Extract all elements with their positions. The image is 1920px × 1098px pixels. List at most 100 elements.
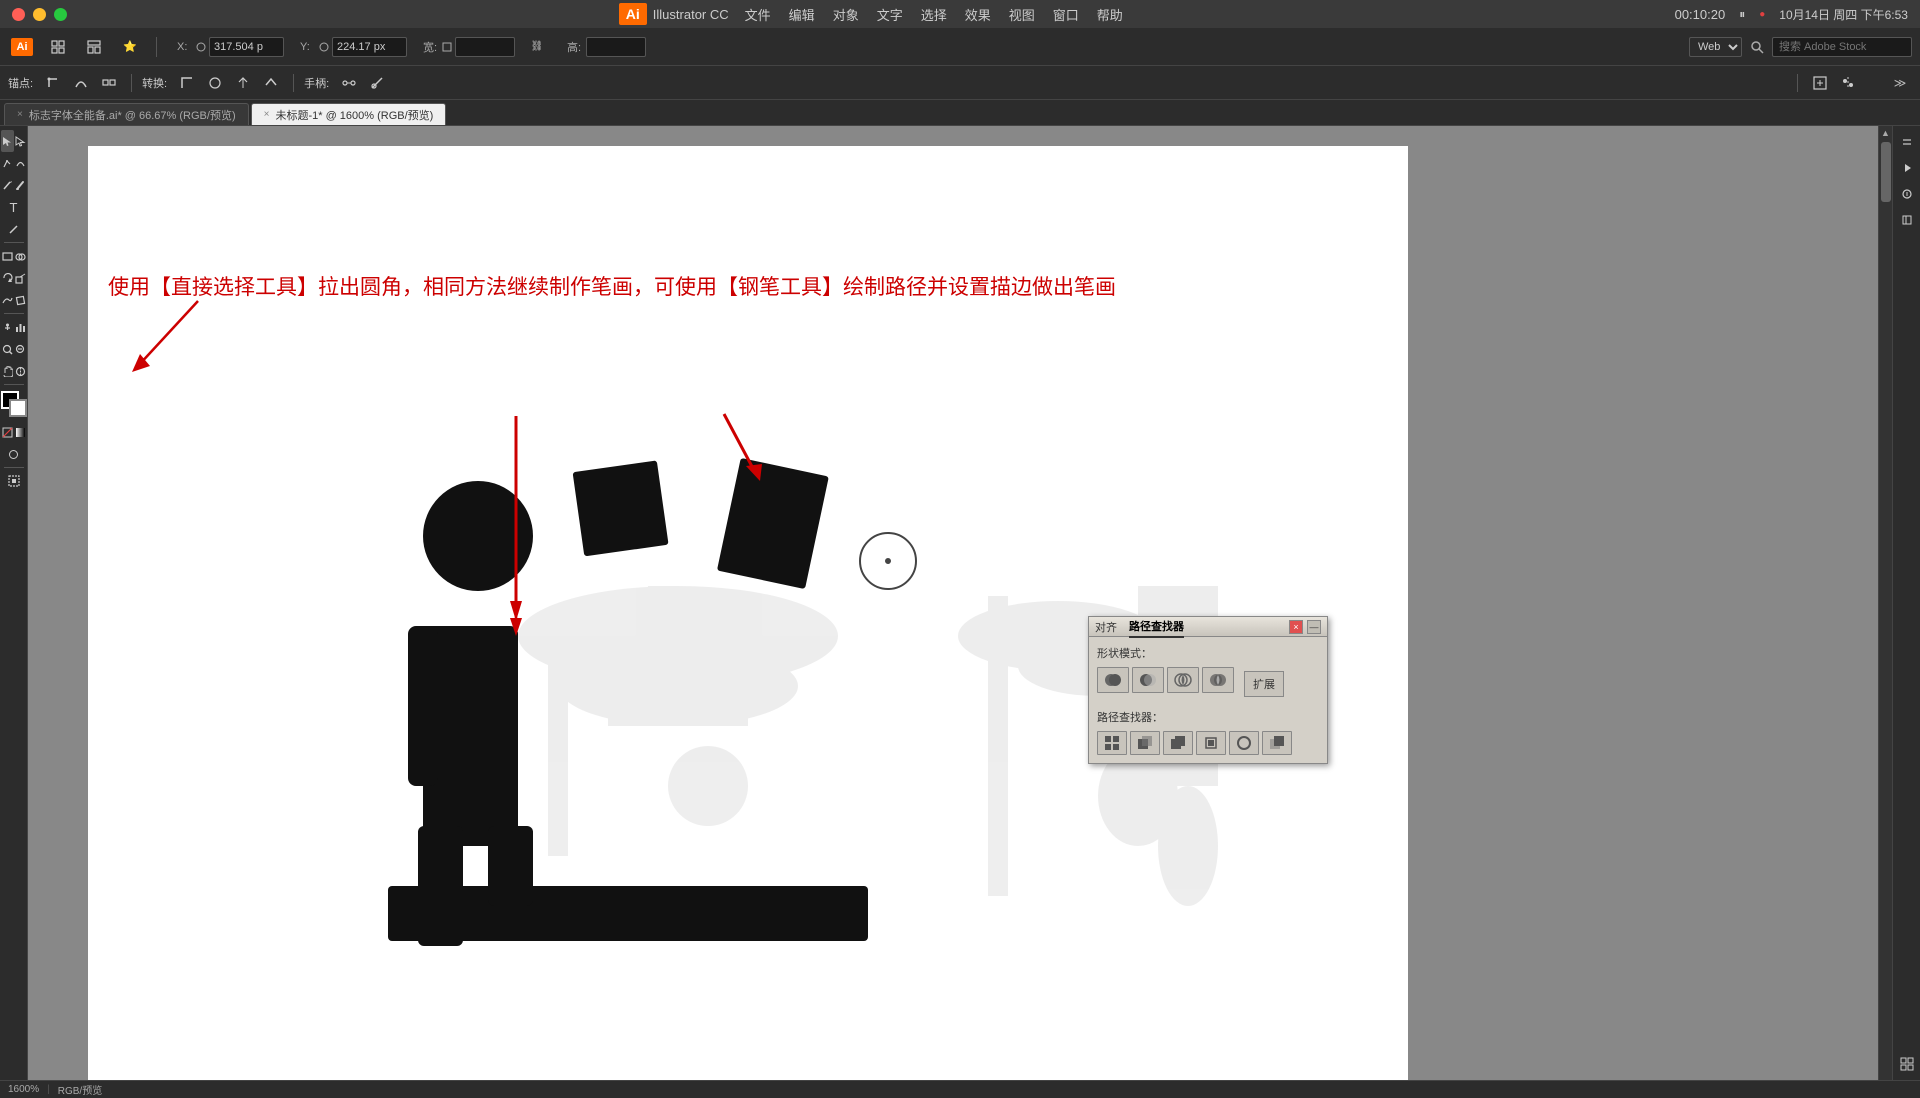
right-panel-btn-4[interactable]: [1895, 208, 1919, 232]
direct-selection-tool[interactable]: [14, 130, 27, 152]
unite-btn[interactable]: [1097, 667, 1129, 693]
minus-front-btn[interactable]: [1132, 667, 1164, 693]
convert-symmetry-btn[interactable]: [231, 72, 255, 94]
rotate-view-tool[interactable]: [14, 360, 27, 382]
brush-tool[interactable]: [14, 174, 27, 196]
layout-btn[interactable]: [80, 35, 108, 59]
toolbar-right-section: Web: [1689, 37, 1912, 57]
exclude-btn[interactable]: [1202, 667, 1234, 693]
rectangle-tool[interactable]: [1, 245, 14, 267]
menu-edit[interactable]: 编辑: [789, 5, 815, 24]
pencil-tool[interactable]: [1, 174, 14, 196]
panel-close-btn[interactable]: ×: [1289, 620, 1303, 634]
intersect-btn[interactable]: [1167, 667, 1199, 693]
minus-back-btn[interactable]: [1262, 731, 1292, 755]
panel-toggle-btn[interactable]: ≫: [1888, 72, 1912, 94]
warp-tool[interactable]: [1, 289, 14, 311]
workspace-select[interactable]: Web: [1689, 37, 1742, 57]
convert-smooth-btn[interactable]: [203, 72, 227, 94]
hand-tool[interactable]: [1, 360, 14, 382]
right-panel-btn-5[interactable]: [1895, 1052, 1919, 1076]
canvas-area[interactable]: 使用【直接选择工具】拉出圆角，相同方法继续制作笔画，可使用【钢笔工具】绘制路径并…: [28, 126, 1878, 1080]
gradient-btn[interactable]: [14, 421, 27, 443]
menu-file[interactable]: 文件: [745, 5, 771, 24]
crop-btn[interactable]: [1196, 731, 1226, 755]
expand-btn[interactable]: 扩展: [1244, 671, 1284, 697]
convert-asymmetry-btn[interactable]: [259, 72, 283, 94]
free-transform-tool[interactable]: [14, 289, 27, 311]
arrange-btn[interactable]: [44, 35, 72, 59]
height-input[interactable]: [586, 37, 646, 57]
zoom-hand-tools: [1, 338, 27, 360]
maximize-button[interactable]: [54, 8, 67, 21]
tab-close-1[interactable]: ×: [17, 109, 23, 120]
right-panel-btn-1[interactable]: [1895, 130, 1919, 154]
width-input[interactable]: [455, 37, 515, 57]
rotate-tool[interactable]: [1, 267, 14, 289]
magnify-tool[interactable]: [1, 338, 14, 360]
align-anchor-btn[interactable]: [1836, 72, 1860, 94]
convert-corner-btn[interactable]: [175, 72, 199, 94]
mac-window-controls[interactable]: [12, 8, 67, 21]
slash-tool[interactable]: [1, 218, 27, 240]
y-input[interactable]: [332, 37, 407, 57]
handle-style-btn[interactable]: [365, 72, 389, 94]
draw-inside-btn[interactable]: [1, 470, 27, 492]
time-display: 00:10:20: [1675, 7, 1726, 22]
toolbar-ai-icon: Ai: [8, 35, 36, 59]
anchor-corner-btn[interactable]: [41, 72, 65, 94]
selection-tool[interactable]: [1, 130, 14, 152]
scroll-up-btn[interactable]: ▲: [1881, 128, 1890, 138]
anchor-smooth-btn[interactable]: [69, 72, 93, 94]
left-toolbar: T: [0, 126, 28, 1080]
handle-btn[interactable]: [337, 72, 361, 94]
menu-help[interactable]: 帮助: [1097, 5, 1123, 24]
status-bar: 1600% | RGB/预览: [0, 1080, 1920, 1098]
column-chart-tool[interactable]: [14, 316, 27, 338]
scale-tool[interactable]: [14, 267, 27, 289]
menu-text[interactable]: 文字: [877, 5, 903, 24]
close-button[interactable]: [12, 8, 25, 21]
trim-btn[interactable]: [1130, 731, 1160, 755]
scroll-thumb[interactable]: [1881, 142, 1891, 202]
minimize-button[interactable]: [33, 8, 46, 21]
effect-tools: [1, 289, 27, 311]
vertical-scrollbar[interactable]: ▲: [1878, 126, 1892, 1080]
x-input[interactable]: [209, 37, 284, 57]
right-panel-btn-2[interactable]: [1895, 156, 1919, 180]
type-tool[interactable]: T: [1, 196, 27, 218]
pathfinder-tab[interactable]: 路径查找器: [1129, 616, 1184, 638]
zoom-out-tool[interactable]: [14, 338, 27, 360]
menu-object[interactable]: 对象: [833, 5, 859, 24]
align-tab[interactable]: 对齐: [1095, 617, 1117, 637]
chain-link-btn[interactable]: ⛓: [523, 35, 551, 59]
shape-builder-tool[interactable]: [14, 245, 27, 267]
panel-minimize-btn[interactable]: —: [1307, 620, 1321, 634]
tab-1[interactable]: × 标志字体全能备.ai* @ 66.67% (RGB/预览): [4, 103, 249, 125]
menu-effect[interactable]: 效果: [965, 5, 991, 24]
menu-bar[interactable]: 文件 编辑 对象 文字 选择 效果 视图 窗口 帮助: [745, 5, 1123, 24]
star-btn[interactable]: ⭐: [116, 35, 144, 59]
hand-label: 手柄:: [304, 75, 329, 91]
titlebar-center: Ai Illustrator CC 文件 编辑 对象 文字 选择 效果 视图 窗…: [619, 3, 1123, 25]
merge-btn[interactable]: [1163, 731, 1193, 755]
curvature-tool[interactable]: [14, 152, 27, 174]
pathfinder-titlebar[interactable]: 对齐 路径查找器 × —: [1089, 617, 1327, 637]
tab-2[interactable]: × 未标题-1* @ 1600% (RGB/预览): [251, 103, 447, 125]
menu-view[interactable]: 视图: [1009, 5, 1035, 24]
color-mode-btn[interactable]: [1, 443, 27, 465]
right-panel-btn-3[interactable]: [1895, 182, 1919, 206]
menu-select[interactable]: 选择: [921, 5, 947, 24]
path-action-btn[interactable]: [1808, 72, 1832, 94]
background-color[interactable]: [9, 399, 27, 417]
symbol-tool[interactable]: [1, 316, 14, 338]
anchor-add-btn[interactable]: [97, 72, 121, 94]
tab-close-2[interactable]: ×: [264, 109, 270, 120]
fill-none-btn[interactable]: [1, 421, 14, 443]
outline-btn[interactable]: [1229, 731, 1259, 755]
color-indicator[interactable]: [1, 391, 27, 417]
search-input[interactable]: [1772, 37, 1912, 57]
pen-tool[interactable]: [1, 152, 14, 174]
menu-window[interactable]: 窗口: [1053, 5, 1079, 24]
divide-btn[interactable]: [1097, 731, 1127, 755]
